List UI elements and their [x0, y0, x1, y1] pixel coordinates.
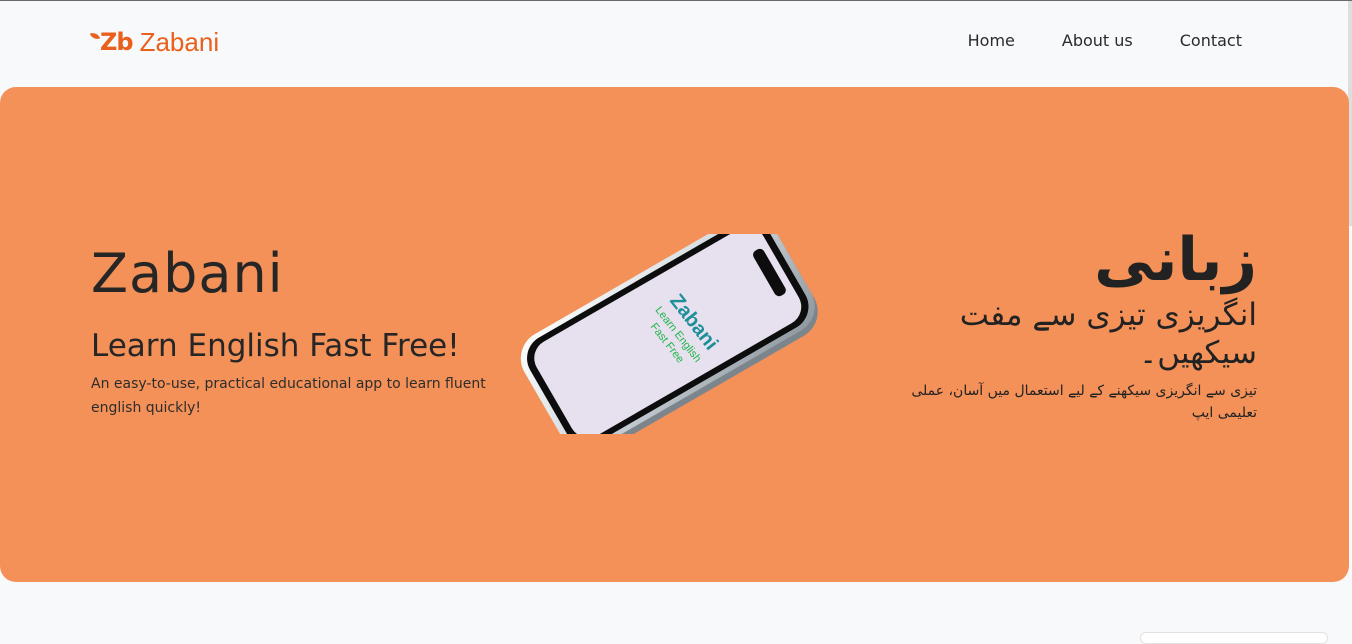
logo-mark: Zb [89, 28, 134, 56]
hero-description: An easy-to-use, practical educational ap… [91, 376, 486, 416]
smartphone-illustration: Zabani Learn English Fast Free [520, 214, 818, 454]
logo-mark-text: Zb [100, 28, 134, 56]
hero-description-urdu: تیزی سے انگریزی سیکھنے کے لیے استعمال می… [911, 383, 1257, 421]
hero-subtitle: Learn English Fast Free! [91, 328, 460, 364]
hero-right-column: زبانی انگریزی تیزی سے مفت سیکھیں۔ تیزی س… [877, 222, 1257, 424]
hero-title-urdu: زبانی [1094, 225, 1257, 295]
top-navbar: Zb Zabani Home About us Contact [0, 1, 1352, 87]
hero-subtitle-urdu: انگریزی تیزی سے مفت سیکھیں۔ [959, 297, 1257, 371]
main-nav: Home About us Contact [921, 31, 1242, 50]
nav-about-link[interactable]: About us [1062, 31, 1133, 50]
hero-left-column: Zabani Learn English Fast Free! An easy-… [91, 242, 491, 420]
nav-home-link[interactable]: Home [968, 31, 1015, 50]
brand-logo[interactable]: Zb Zabani [89, 25, 220, 59]
hero-section: Zabani Learn English Fast Free! An easy-… [0, 87, 1349, 582]
phone-image: Zabani Learn English Fast Free [519, 214, 823, 454]
hero-title: Zabani [91, 242, 284, 305]
logo-text: Zabani [139, 26, 220, 57]
nav-contact-link[interactable]: Contact [1180, 31, 1242, 50]
next-section-card [1140, 632, 1328, 644]
leaf-icon [89, 30, 101, 42]
